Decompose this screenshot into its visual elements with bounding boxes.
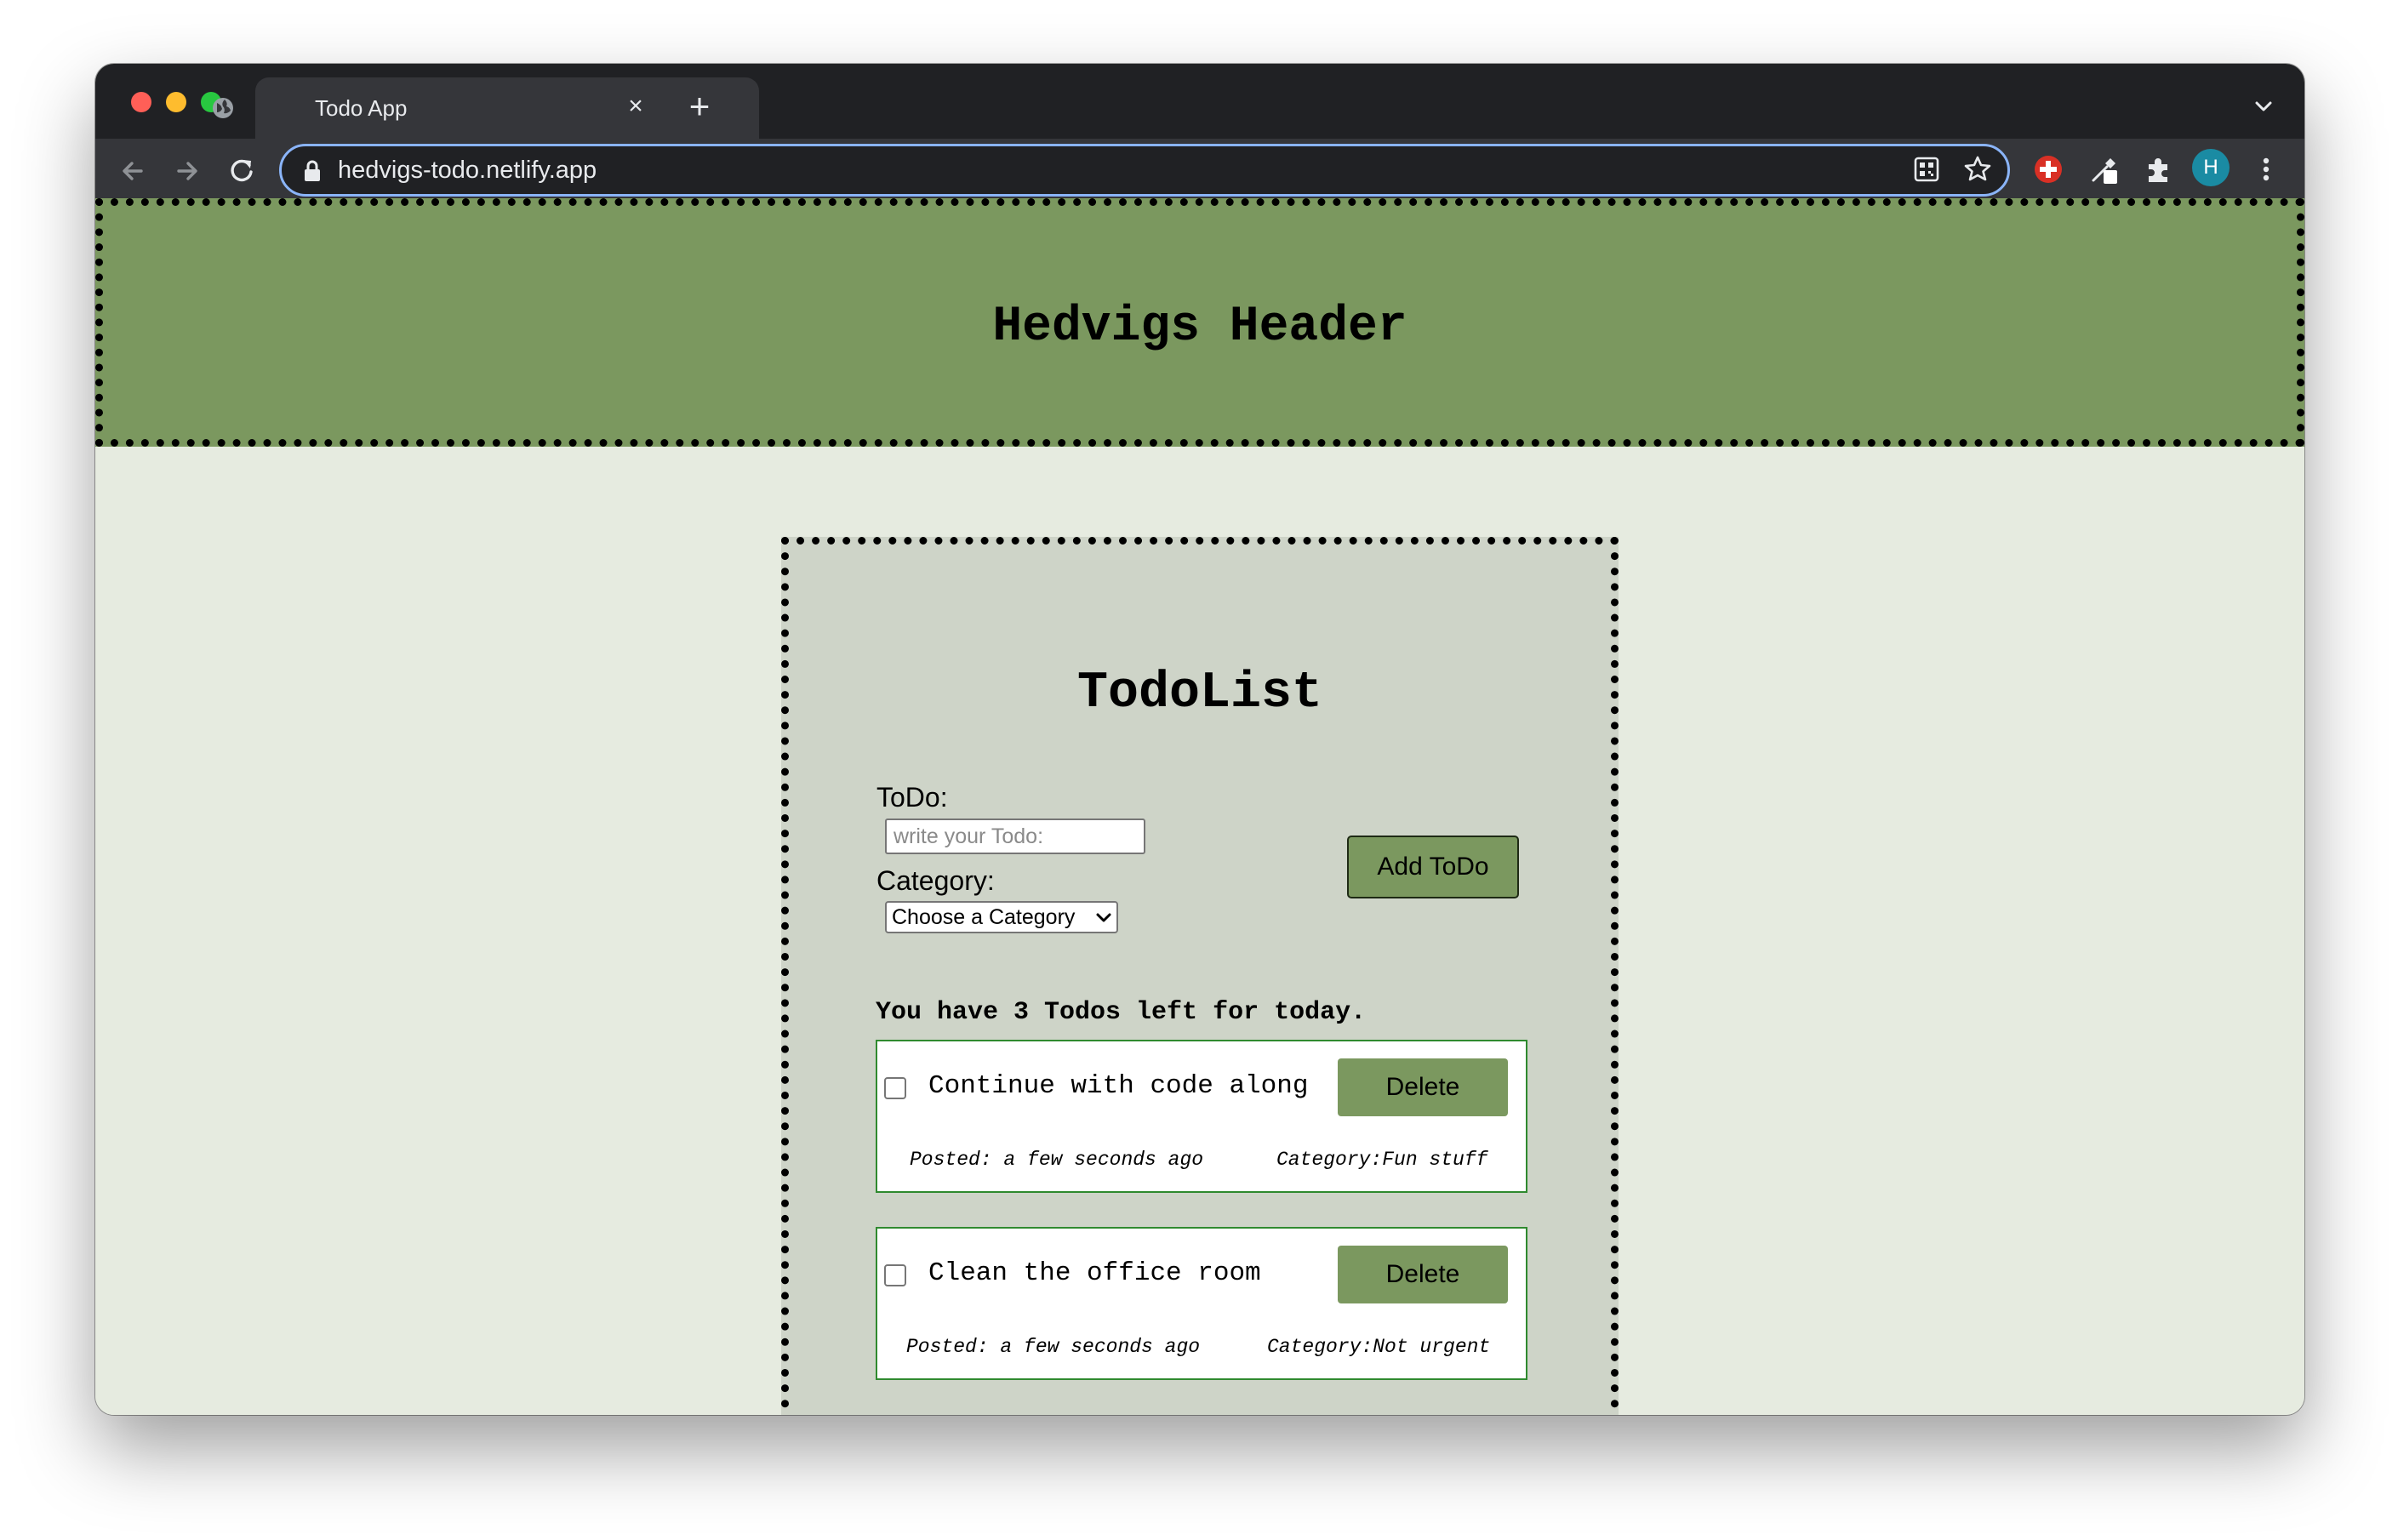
more-menu-icon[interactable] (2248, 151, 2284, 187)
todo-category: Category:Fun stuff (1276, 1149, 1488, 1171)
category-label: Category: (876, 865, 995, 896)
page-header-title: Hedvigs Header (992, 299, 1407, 355)
minimize-window-button[interactable] (166, 92, 186, 112)
title-bar: Todo App × + (95, 64, 2304, 139)
todo-label: ToDo: (876, 782, 948, 813)
todo-container: TodoList ToDo: Category: Choose a Catego… (781, 537, 1619, 1415)
add-todo-button[interactable]: Add ToDo (1347, 836, 1519, 898)
back-arrow-icon[interactable] (114, 152, 151, 190)
profile-avatar[interactable]: H (2192, 149, 2230, 186)
new-tab-button[interactable]: + (682, 88, 717, 124)
extension-eyedropper-icon[interactable] (2087, 151, 2122, 187)
delete-button[interactable]: Delete (1338, 1058, 1508, 1116)
extension-red-cross-icon[interactable] (2030, 151, 2066, 187)
page-viewport: Hedvigs Header TodoList ToDo: Category: … (95, 198, 2304, 1415)
category-select[interactable]: Choose a Category (885, 901, 1118, 933)
todo-text: Continue with code along (928, 1071, 1309, 1101)
page-header: Hedvigs Header (95, 198, 2304, 447)
lock-icon[interactable] (301, 159, 323, 183)
todo-category: Category:Not urgent (1267, 1336, 1491, 1358)
browser-window: Todo App × + hedvigs-todo.netlify.app H … (95, 64, 2304, 1415)
todo-text: Clean the office room (928, 1258, 1261, 1288)
todo-checkbox[interactable] (884, 1264, 906, 1286)
bookmark-star-icon[interactable] (1961, 152, 1995, 186)
url-text[interactable]: hedvigs-todo.netlify.app (338, 154, 597, 186)
todo-item: Clean the office room Delete Posted: a f… (876, 1227, 1527, 1380)
chevron-down-icon (1096, 913, 1111, 922)
forward-arrow-icon[interactable] (168, 152, 206, 190)
tab-title: Todo App (315, 95, 408, 121)
todo-input[interactable] (885, 818, 1145, 854)
delete-button[interactable]: Delete (1338, 1246, 1508, 1303)
extensions-puzzle-icon[interactable] (2141, 151, 2177, 187)
todo-posted-time: Posted: a few seconds ago (906, 1336, 1201, 1358)
globe-icon (213, 98, 233, 118)
reload-icon[interactable] (223, 152, 260, 190)
todo-posted-time: Posted: a few seconds ago (910, 1149, 1204, 1171)
tab-close-icon[interactable]: × (621, 92, 650, 121)
tab-search-chevron-icon[interactable] (2248, 91, 2279, 122)
category-select-value: Choose a Category (892, 905, 1076, 929)
todolist-title: TodoList (1076, 664, 1323, 722)
todo-item: Continue with code along Delete Posted: … (876, 1040, 1527, 1193)
qr-code-icon[interactable] (1910, 152, 1944, 186)
todos-left-count: You have 3 Todos left for today. (876, 998, 1367, 1027)
close-window-button[interactable] (131, 92, 151, 112)
todo-checkbox[interactable] (884, 1077, 906, 1099)
